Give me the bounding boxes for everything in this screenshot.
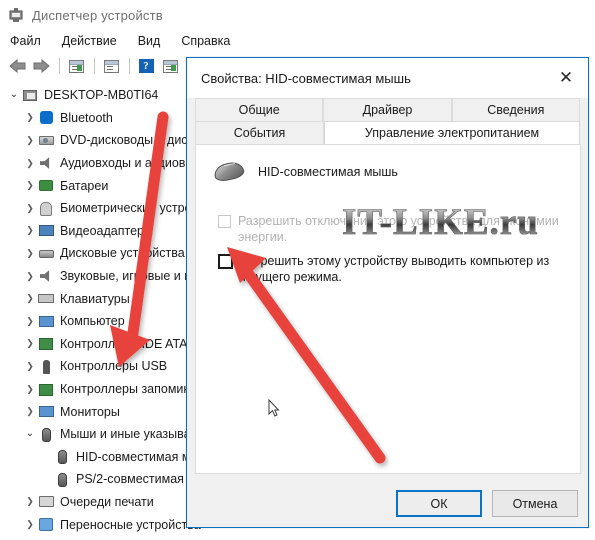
power-management-panel: HID-совместимая мышь Разрешить отключени… [195, 144, 581, 474]
tree-item-label: Bluetooth [60, 110, 113, 125]
audio-icon [38, 156, 55, 171]
allow-power-save-checkbox [218, 215, 231, 228]
chevron-down-icon[interactable]: ⌄ [22, 429, 38, 439]
allow-power-save-label: Разрешить отключение этого устройства дл… [238, 214, 559, 244]
device-header: HID-совместимая мышь [196, 145, 580, 183]
chevron-right-icon[interactable]: ❯ [22, 248, 38, 258]
keyboard-icon [38, 291, 55, 306]
menu-view[interactable]: Вид [138, 34, 161, 48]
computer-icon [38, 314, 55, 329]
update-icon[interactable] [100, 56, 122, 76]
scan-icon[interactable] [159, 56, 181, 76]
portable-device-icon [38, 517, 55, 532]
chevron-right-icon[interactable]: ❯ [22, 339, 38, 348]
chevron-right-icon[interactable]: ❯ [22, 520, 38, 529]
tab-row-1: Общие Драйвер Сведения [195, 98, 580, 121]
chevron-down-icon[interactable]: ⌄ [6, 90, 22, 100]
tab-details[interactable]: Сведения [451, 98, 580, 121]
allow-wake-computer-checkbox[interactable] [218, 254, 233, 269]
tab-power-management[interactable]: Управление электропитанием [324, 121, 580, 144]
mouse-icon [38, 427, 55, 442]
cancel-button[interactable]: Отмена [492, 490, 578, 517]
fingerprint-icon [38, 201, 55, 216]
allow-wake-computer-row[interactable]: Разрешить этому устройству выводить комп… [196, 253, 580, 285]
chevron-right-icon[interactable]: ❯ [22, 135, 38, 145]
mouse-icon [54, 449, 71, 465]
help-question-mark: ? [138, 59, 154, 73]
toolbar-separator [129, 58, 130, 74]
tree-item-label: Дисковые устройства [60, 246, 185, 261]
chevron-right-icon[interactable]: ❯ [22, 158, 38, 168]
tab-row-2: События Управление электропитанием [195, 121, 580, 144]
monitor-icon [38, 404, 55, 419]
menu-action[interactable]: Действие [62, 34, 117, 48]
properties-icon[interactable] [65, 56, 87, 76]
chevron-right-icon[interactable]: ❯ [22, 181, 38, 190]
ok-button[interactable]: ОК [396, 490, 482, 517]
sound-icon [38, 269, 55, 284]
battery-icon [38, 178, 55, 193]
toolbar-separator [94, 58, 95, 74]
dialog-title: Свойства: HID-совместимая мышь [201, 70, 411, 86]
tree-item-label: Мониторы [60, 404, 120, 419]
printer-icon [38, 494, 55, 509]
window-titlebar: Диспетчер устройств [0, 0, 595, 30]
back-button[interactable] [6, 56, 28, 76]
chevron-right-icon[interactable]: ❯ [22, 226, 38, 235]
tab-driver[interactable]: Драйвер [323, 98, 452, 121]
computer-icon [22, 88, 39, 103]
usb-controller-icon [38, 359, 55, 374]
bluetooth-icon [38, 110, 55, 125]
chevron-right-icon[interactable]: ❯ [22, 384, 38, 394]
close-icon[interactable]: ✕ [544, 63, 588, 93]
tree-item-label: Контроллеры USB [60, 359, 168, 374]
allow-power-save-row[interactable]: Разрешить отключение этого устройства дл… [196, 213, 580, 245]
chevron-right-icon[interactable]: ❯ [22, 361, 38, 371]
chevron-right-icon[interactable]: ❯ [22, 203, 38, 213]
window-title: Диспетчер устройств [32, 7, 163, 23]
chevron-right-icon[interactable]: ❯ [22, 497, 38, 506]
chevron-right-icon[interactable]: ❯ [22, 316, 38, 326]
menu-file[interactable]: Файл [10, 34, 41, 48]
mouse-icon [212, 160, 246, 183]
chevron-right-icon[interactable]: ❯ [22, 113, 38, 122]
menu-bar: Файл Действие Вид Справка [0, 31, 595, 51]
device-name-label: HID-совместимая мышь [258, 165, 398, 179]
ide-controller-icon [38, 336, 55, 351]
chevron-right-icon[interactable]: ❯ [22, 407, 38, 416]
dialog-button-bar: ОК Отмена [396, 490, 578, 517]
storage-controller-icon [38, 382, 55, 397]
dvd-drive-icon [38, 133, 55, 148]
tree-item-label: DVD-дисководы и диски [60, 133, 201, 148]
dialog-titlebar: Свойства: HID-совместимая мышь ✕ [187, 58, 588, 98]
device-manager-icon [8, 7, 24, 23]
toolbar-separator [59, 58, 60, 74]
tree-item-label: Видеоадаптеры [60, 223, 153, 238]
help-icon[interactable]: ? [135, 56, 157, 76]
tab-events[interactable]: События [195, 121, 324, 144]
tree-item-label: Переносные устройства [60, 517, 201, 532]
tab-general[interactable]: Общие [195, 98, 324, 121]
tree-item-label: DESKTOP-MB0TI64 [44, 88, 159, 103]
tree-item-label: Компьютер [60, 314, 125, 329]
properties-dialog: Свойства: HID-совместимая мышь ✕ Общие Д… [186, 57, 589, 528]
menu-help[interactable]: Справка [181, 34, 230, 48]
tree-item-label: Очереди печати [60, 494, 154, 509]
allow-wake-computer-label: Разрешить этому устройству выводить комп… [240, 254, 550, 284]
chevron-right-icon[interactable]: ❯ [22, 271, 38, 281]
chevron-right-icon[interactable]: ❯ [22, 294, 38, 303]
tab-strip: Общие Драйвер Сведения События Управлени… [187, 98, 588, 144]
tree-item-label: Клавиатуры [60, 291, 130, 306]
tree-item-label: Батареи [60, 178, 109, 193]
disk-drive-icon [38, 246, 55, 261]
display-adapter-icon [38, 223, 55, 238]
mouse-icon [54, 472, 71, 487]
forward-button[interactable] [30, 56, 52, 76]
